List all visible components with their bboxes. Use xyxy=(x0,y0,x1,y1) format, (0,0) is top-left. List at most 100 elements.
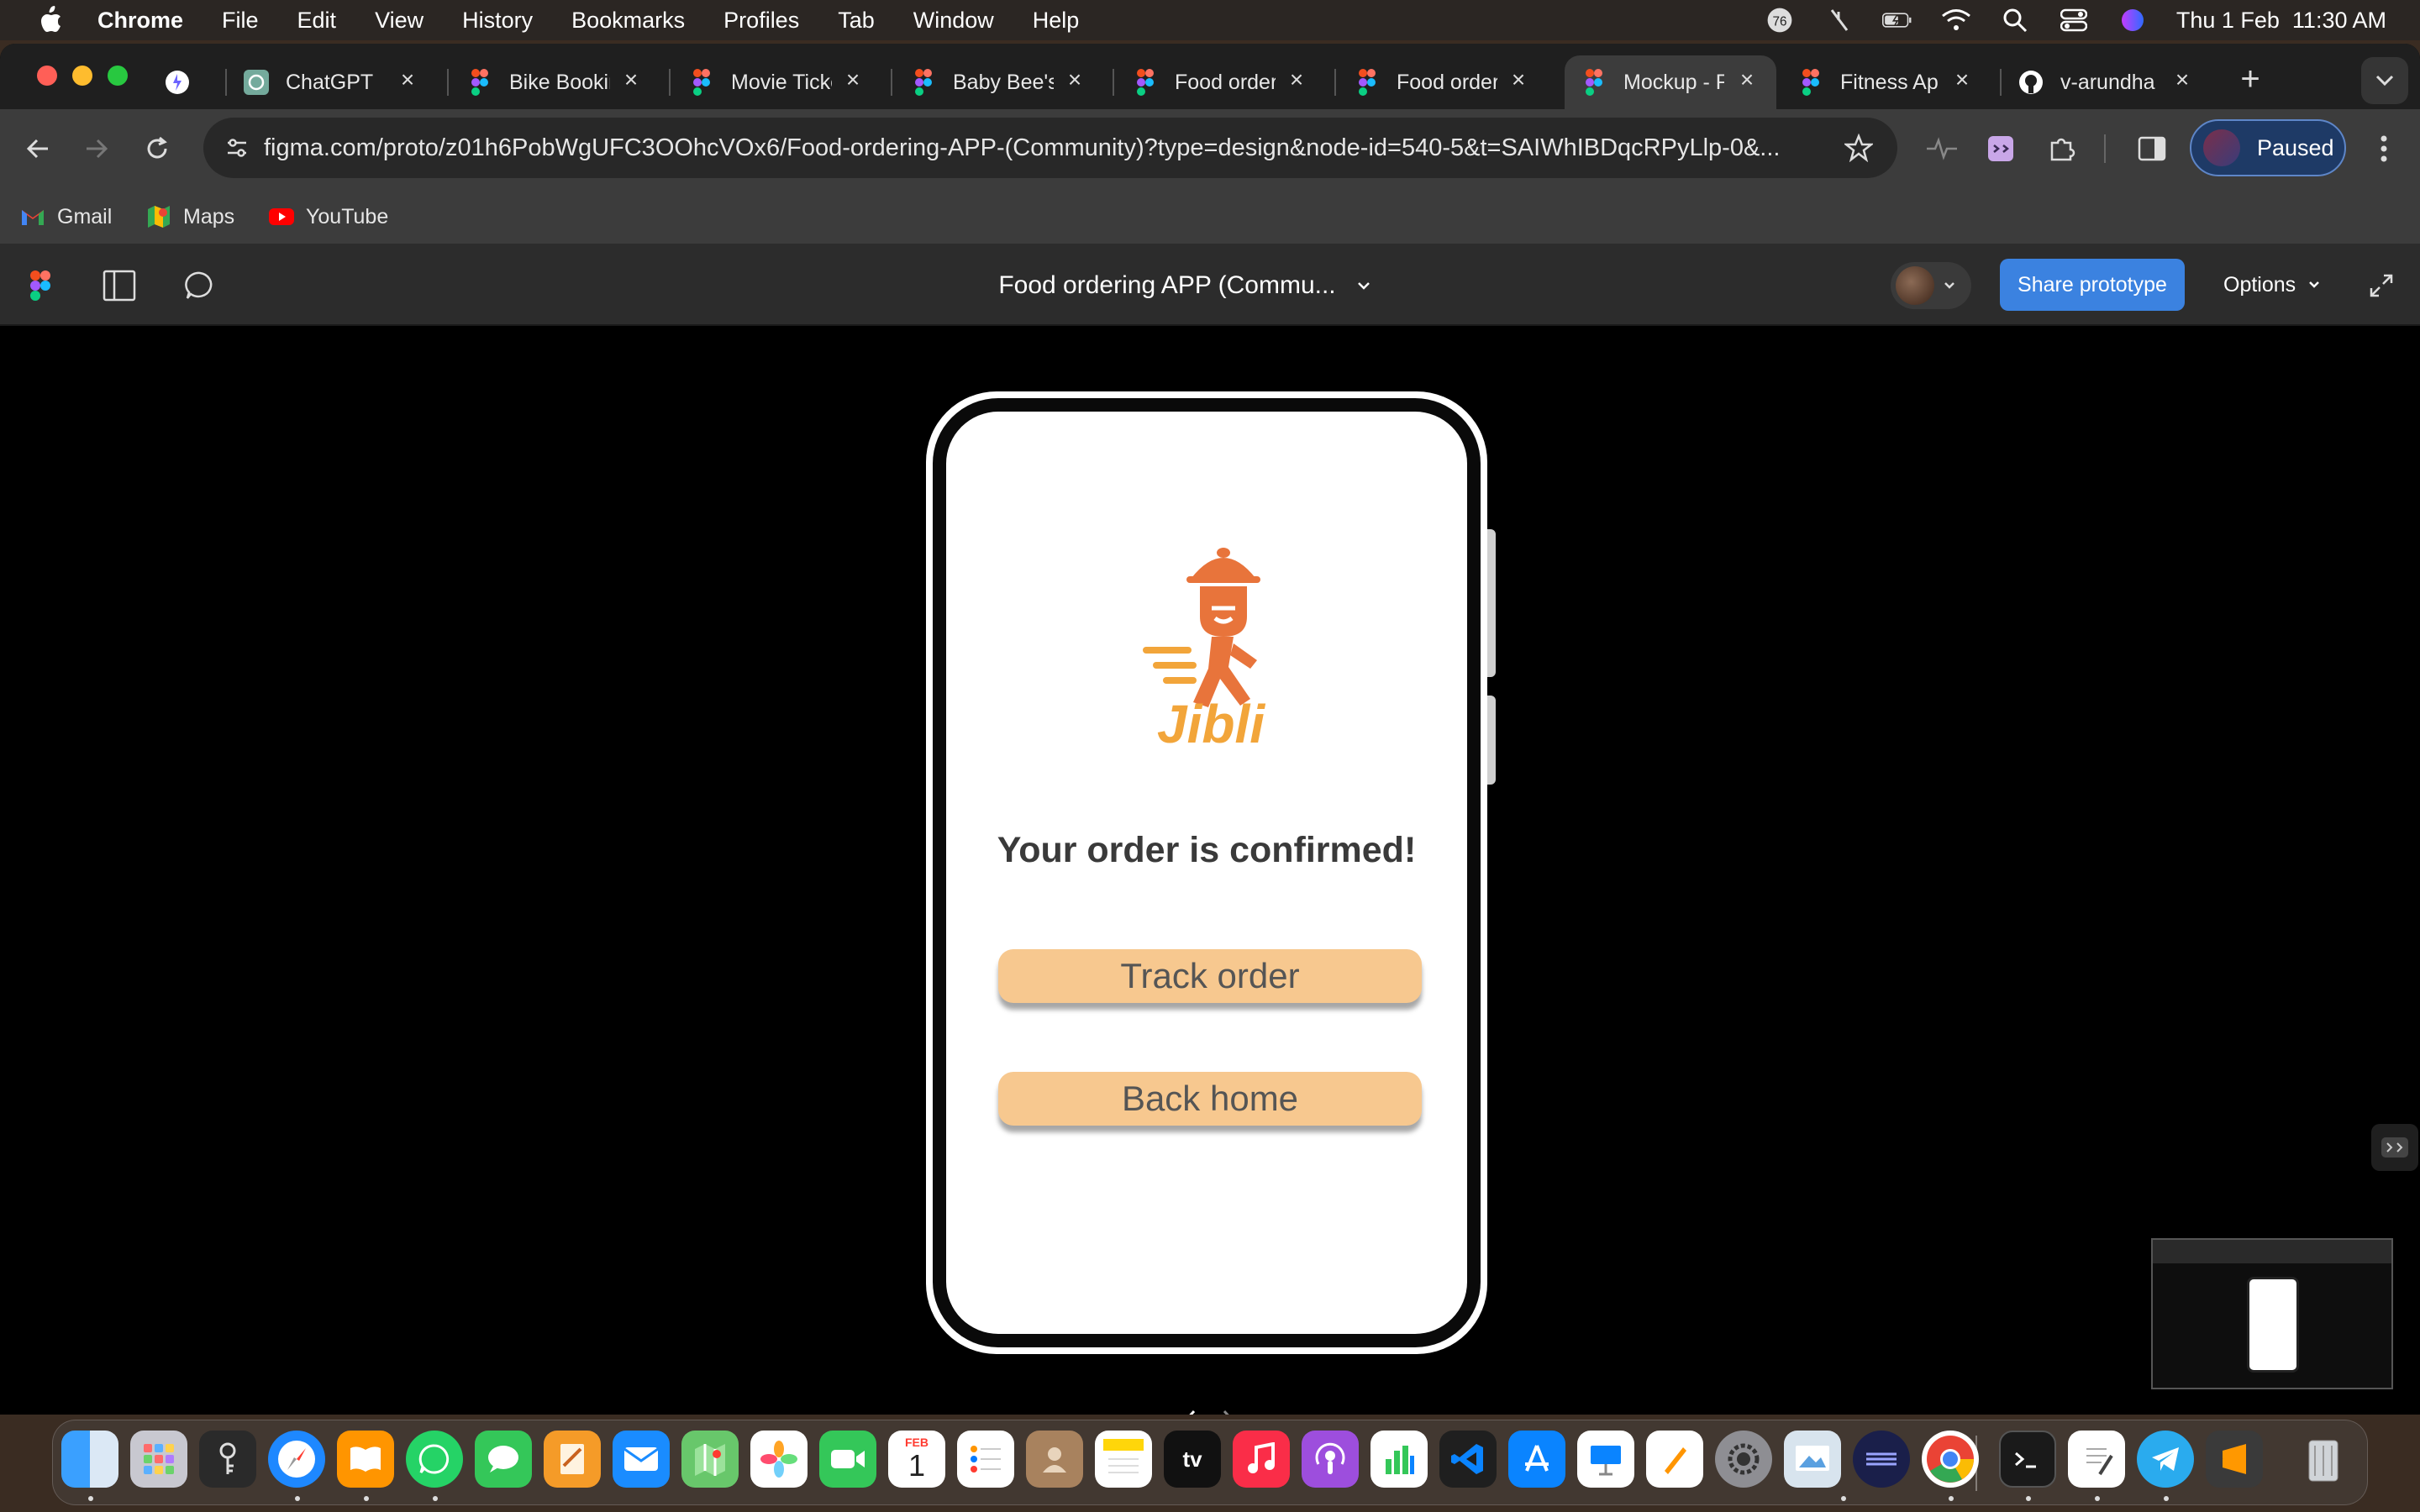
reminders-icon[interactable] xyxy=(957,1431,1014,1488)
maps-icon[interactable] xyxy=(681,1431,739,1488)
forward-button[interactable] xyxy=(76,128,118,170)
chrome-menu-button[interactable] xyxy=(2363,128,2405,170)
control-center-icon[interactable] xyxy=(2059,5,2089,35)
tab-chatgpt[interactable]: ChatGPT × xyxy=(244,55,437,109)
notification-badge-icon[interactable]: 76 xyxy=(1765,5,1795,35)
mail-icon[interactable] xyxy=(613,1431,670,1488)
proxyman-icon[interactable] xyxy=(1853,1431,1910,1488)
options-dropdown[interactable]: Options xyxy=(2223,259,2333,311)
side-panel-icon[interactable] xyxy=(2131,128,2173,170)
bookmark-youtube[interactable]: YouTube xyxy=(267,198,388,235)
tab-bike-booking[interactable]: Bike Booking × xyxy=(467,55,660,109)
close-tab-icon[interactable]: × xyxy=(840,66,865,92)
close-tab-icon[interactable]: × xyxy=(1949,66,1975,92)
menu-datetime[interactable]: Thu 1 Feb 11:30 AM xyxy=(2176,8,2386,34)
figma-logo-icon[interactable] xyxy=(20,265,60,306)
menu-window[interactable]: Window xyxy=(913,8,994,34)
comment-icon[interactable] xyxy=(180,265,220,306)
menu-file[interactable]: File xyxy=(222,8,259,34)
url-text[interactable]: figma.com/proto/z01h6PobWgUFC3OOhcVOx6/F… xyxy=(264,118,1844,178)
keychain-icon[interactable] xyxy=(199,1431,256,1488)
back-home-button[interactable]: Back home xyxy=(998,1072,1422,1126)
vscode-icon[interactable] xyxy=(1439,1431,1497,1488)
close-tab-icon[interactable]: × xyxy=(1284,66,1309,92)
keynote-icon[interactable] xyxy=(1577,1431,1634,1488)
address-bar[interactable]: figma.com/proto/z01h6PobWgUFC3OOhcVOx6/F… xyxy=(203,118,1897,178)
close-tab-icon[interactable]: × xyxy=(1734,66,1760,92)
launchpad-icon[interactable] xyxy=(130,1431,187,1488)
previous-frame-button[interactable] xyxy=(1173,1404,1207,1415)
tab-movie-ticket[interactable]: Movie Ticket × xyxy=(689,55,882,109)
minimize-window-button[interactable] xyxy=(72,66,92,86)
battery-icon[interactable] xyxy=(1881,5,1912,35)
spotlight-search-icon[interactable] xyxy=(2000,5,2030,35)
appletv-icon[interactable]: tv xyxy=(1164,1431,1221,1488)
figma-file-title[interactable]: Food ordering APP (Commu... xyxy=(975,245,1395,326)
new-tab-button[interactable]: + xyxy=(2232,60,2269,97)
extensions-puzzle-icon[interactable] xyxy=(2040,128,2082,170)
menu-bookmarks[interactable]: Bookmarks xyxy=(571,8,685,34)
terminal-icon[interactable] xyxy=(1999,1431,2056,1488)
menu-app-name[interactable]: Chrome xyxy=(97,8,183,34)
menu-view[interactable]: View xyxy=(375,8,424,34)
tab-food-order-1[interactable]: Food order × xyxy=(1133,55,1326,109)
close-tab-icon[interactable]: × xyxy=(395,66,420,92)
chrome-icon[interactable] xyxy=(1922,1431,1979,1488)
bookmark-star-icon[interactable] xyxy=(1840,129,1877,166)
pages-icon[interactable] xyxy=(544,1431,601,1488)
menu-profiles[interactable]: Profiles xyxy=(723,8,799,34)
trash-icon[interactable] xyxy=(2295,1431,2352,1488)
photos-icon[interactable] xyxy=(750,1431,808,1488)
menu-history[interactable]: History xyxy=(462,8,533,34)
system-settings-icon[interactable] xyxy=(1715,1431,1772,1488)
share-prototype-button[interactable]: Share prototype xyxy=(2000,259,2185,311)
extension-screen-icon[interactable] xyxy=(1980,128,2022,170)
close-window-button[interactable] xyxy=(37,66,57,86)
notes-icon[interactable] xyxy=(1095,1431,1152,1488)
preview-icon[interactable] xyxy=(1784,1431,1841,1488)
whatsapp-icon[interactable] xyxy=(406,1431,463,1488)
bookmark-maps[interactable]: Maps xyxy=(145,198,234,235)
music-icon[interactable] xyxy=(1233,1431,1290,1488)
fullscreen-expand-icon[interactable] xyxy=(2361,265,2402,306)
numbers-icon[interactable] xyxy=(1370,1431,1428,1488)
calendar-icon[interactable]: FEB 1 xyxy=(888,1431,945,1488)
reload-button[interactable] xyxy=(136,128,178,170)
telegram-icon[interactable] xyxy=(2137,1431,2194,1488)
profile-paused-button[interactable]: Paused xyxy=(2190,119,2346,176)
books-icon[interactable] xyxy=(337,1431,394,1488)
safari-icon[interactable] xyxy=(268,1431,325,1488)
floating-extension-icon[interactable] xyxy=(2371,1124,2418,1171)
menu-tab[interactable]: Tab xyxy=(838,8,875,34)
track-order-button[interactable]: Track order xyxy=(998,949,1422,1003)
tab-food-order-2[interactable]: Food order × xyxy=(1355,55,1548,109)
apple-icon[interactable] xyxy=(34,3,67,37)
tab-search-button[interactable] xyxy=(2361,57,2408,104)
pages-pen-icon[interactable] xyxy=(1646,1431,1703,1488)
close-tab-icon[interactable]: × xyxy=(618,66,644,92)
textedit-icon[interactable] xyxy=(2068,1431,2125,1488)
extension-pulse-icon[interactable] xyxy=(1921,128,1963,170)
bookmark-gmail[interactable]: Gmail xyxy=(18,198,112,235)
tab-github[interactable]: v-arundha × xyxy=(2018,55,2212,109)
tab-perplexity[interactable] xyxy=(165,55,220,109)
screen-thumbnail-preview[interactable] xyxy=(2151,1238,2393,1389)
tab-baby-bees[interactable]: Baby Bee's × xyxy=(911,55,1104,109)
tab-mockup-active[interactable]: Mockup - F × xyxy=(1565,55,1776,109)
messages-icon[interactable] xyxy=(475,1431,532,1488)
appstore-icon[interactable] xyxy=(1508,1431,1565,1488)
menu-help[interactable]: Help xyxy=(1033,8,1080,34)
close-tab-icon[interactable]: × xyxy=(1062,66,1087,92)
site-info-icon[interactable] xyxy=(217,128,257,168)
wifi-icon[interactable] xyxy=(1941,5,1971,35)
finder-icon[interactable] xyxy=(61,1431,118,1488)
close-tab-icon[interactable]: × xyxy=(1506,66,1531,92)
menu-edit[interactable]: Edit xyxy=(297,8,337,34)
contacts-icon[interactable] xyxy=(1026,1431,1083,1488)
zoom-window-button[interactable] xyxy=(108,66,128,86)
next-frame-button[interactable] xyxy=(1212,1404,1245,1415)
close-tab-icon[interactable]: × xyxy=(2170,66,2195,92)
facetime-icon[interactable] xyxy=(819,1431,876,1488)
sidebar-toggle-icon[interactable] xyxy=(99,265,139,306)
tab-fitness-app[interactable]: Fitness Ap × xyxy=(1798,55,1991,109)
